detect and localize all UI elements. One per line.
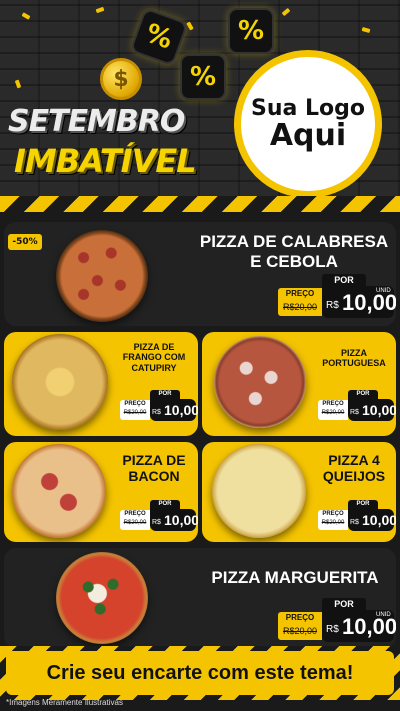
old-price-box: PREÇO R$20,00 (278, 288, 322, 316)
percent-icon: % (228, 8, 274, 54)
price-tag: POR PREÇO R$20,00 R$ 10,00 (318, 500, 396, 534)
discount-badge: -50% (8, 234, 42, 250)
price-tag: POR PREÇO R$20,00 R$ 10,00 (120, 500, 198, 534)
product-card-frango[interactable]: PIZZA DE FRANGO COM CATUPIRY POR PREÇO R… (4, 332, 198, 436)
logo-text-line1: Sua Logo (250, 95, 365, 121)
hazard-stripe (0, 196, 400, 212)
product-card-marguerita[interactable]: PIZZA MARGUERITA POR PREÇO R$20,00 R$ 10… (4, 548, 396, 648)
price-tag: POR PREÇO R$20,00 R$ 10,00 (318, 390, 396, 424)
coin-icon: $ (100, 58, 142, 100)
pizza-image (214, 336, 306, 428)
pizza-image (212, 444, 306, 538)
new-price-box: R$ 10,00 UNID (322, 286, 396, 318)
product-card-queijos[interactable]: PIZZA 4 QUEIJOS POR PREÇO R$20,00 R$ 10,… (202, 442, 396, 542)
product-name: PIZZA MARGUERITA (211, 568, 379, 587)
por-label: POR (322, 274, 366, 286)
product-name: PIZZA DE CALABRESA E CEBOLA (199, 232, 389, 271)
price-tag: POR PREÇO R$20,00 R$ 10,00 (120, 390, 198, 424)
disclaimer-text: *Imagens Meramente Ilustrativas (6, 698, 123, 707)
product-name: PIZZA DE FRANGO COM CATUPIRY (122, 342, 186, 373)
product-card-calabresa[interactable]: PIZZA DE CALABRESA E CEBOLA POR PREÇO R$… (4, 222, 396, 326)
price-tag: POR PREÇO R$20,00 R$ 10,00 UNID (278, 598, 396, 648)
product-card-portuguesa[interactable]: PIZZA PORTUGUESA POR PREÇO R$20,00 R$ 10… (202, 332, 396, 436)
percent-icon: % (180, 54, 226, 100)
pizza-image (12, 334, 108, 430)
headline-setembro: SETEMBRO (8, 104, 185, 139)
logo-text-line2: Aqui (269, 117, 347, 153)
product-name: PIZZA 4 QUEIJOS (322, 452, 386, 485)
pizza-image (12, 444, 106, 538)
header-banner: % % % $ SETEMBRO IMBATÍVEL Sua Logo Aqui (0, 0, 400, 212)
pizza-image (56, 552, 148, 644)
price-tag: POR PREÇO R$20,00 R$ 10,00 UNID (278, 274, 396, 324)
logo-placeholder: Sua Logo Aqui (234, 50, 382, 198)
product-name: PIZZA PORTUGUESA (322, 348, 386, 369)
product-card-bacon[interactable]: PIZZA DE BACON POR PREÇO R$20,00 R$ 10,0… (4, 442, 198, 542)
product-name: PIZZA DE BACON (122, 452, 186, 485)
pizza-image (56, 230, 148, 322)
cta-banner[interactable]: Crie seu encarte com este tema! (6, 651, 394, 695)
headline-imbativel: IMBATÍVEL (14, 142, 197, 180)
